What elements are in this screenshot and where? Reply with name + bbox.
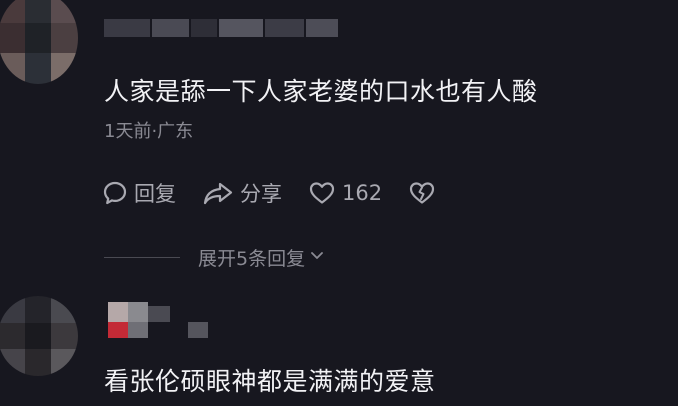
like-button[interactable]: 162 (308, 180, 382, 206)
reply-label: 回复 (134, 182, 176, 206)
chevron-down-icon (309, 246, 325, 268)
like-count: 162 (342, 181, 383, 205)
heart-icon (308, 180, 336, 206)
username-redacted[interactable] (108, 302, 218, 340)
expand-replies-button[interactable]: 展开5条回复 (104, 242, 325, 272)
avatar[interactable] (0, 296, 78, 376)
broken-heart-icon (408, 180, 436, 206)
dislike-button[interactable] (408, 180, 436, 206)
share-button[interactable]: 分享 (202, 178, 282, 208)
comment-actions: 回复 分享 162 (102, 177, 436, 209)
share-arrow-icon (202, 180, 234, 206)
speech-bubble-icon (102, 180, 128, 206)
divider-line (104, 256, 180, 258)
comment-text: 看张伦硕眼神都是满满的爱意 (104, 367, 436, 396)
expand-replies-label: 展开5条回复 (198, 247, 306, 270)
username-redacted[interactable] (104, 14, 338, 42)
reply-button[interactable]: 回复 (102, 178, 176, 208)
avatar[interactable] (0, 0, 78, 84)
comment-text: 人家是舔一下人家老婆的口水也有人酸 (104, 77, 538, 106)
share-label: 分享 (240, 182, 282, 206)
comment-list: 人家是舔一下人家老婆的口水也有人酸 1天前·广东 回复 分享 162 展开5条回… (0, 0, 678, 406)
comment-meta: 1天前·广东 (104, 121, 194, 142)
